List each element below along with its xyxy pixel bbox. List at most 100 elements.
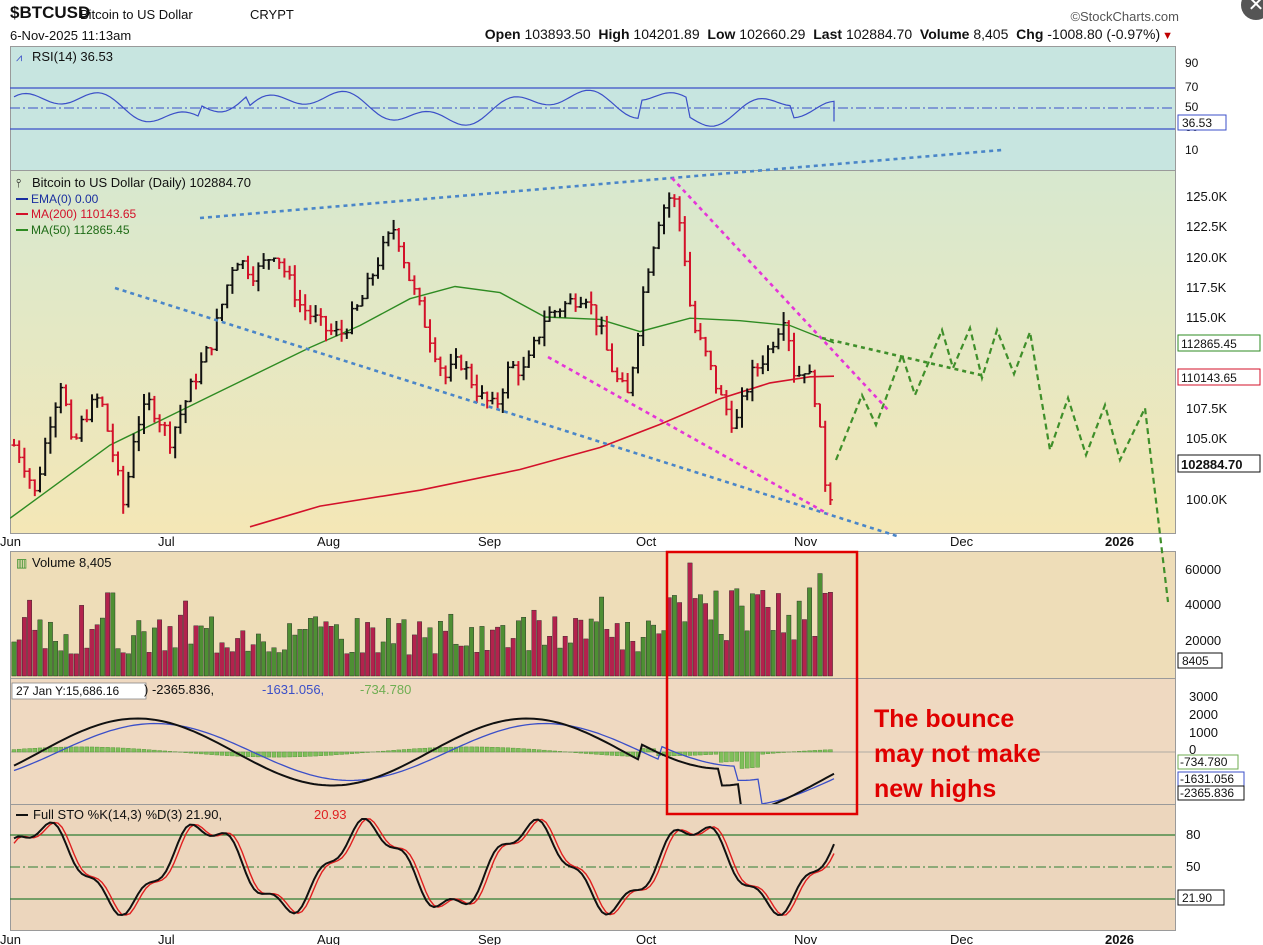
sto-last-box: 21.90 (1177, 889, 1225, 906)
volume-bar (360, 652, 365, 677)
volume-bar (37, 619, 43, 677)
svg-text:102884.70: 102884.70 (1181, 457, 1242, 472)
volume-bar (594, 621, 599, 677)
macd-hist-bar (609, 751, 615, 756)
macd-hist-bar (344, 751, 349, 755)
volume-bar (547, 636, 553, 677)
macd-hist-bar (490, 747, 495, 753)
macd-hist-bar (27, 748, 32, 753)
volume-bar (349, 651, 355, 677)
macd-hist-bar (537, 749, 542, 753)
volume-bar (817, 573, 823, 677)
volume-bar (828, 592, 833, 677)
macd-hist-bar (391, 750, 396, 753)
x-axis-label: Oct (636, 534, 657, 549)
svg-text:112865.45: 112865.45 (1181, 337, 1237, 351)
macd-hist-bar (583, 751, 589, 754)
volume-bar (16, 639, 22, 677)
macd-hist-bar (297, 751, 303, 757)
macd-hist-bar (167, 751, 173, 753)
volume-bar (344, 653, 350, 677)
volume-bar (292, 634, 298, 677)
macd-hist-bar (724, 751, 729, 763)
volume-bar (708, 619, 714, 677)
volume-bar (474, 651, 480, 677)
volume-bar (521, 617, 527, 677)
macd-hist-bar (687, 751, 693, 756)
x-axis-label: Jun (0, 932, 21, 945)
x-axis-label: Jun (0, 534, 21, 549)
macd-hist-bar (604, 751, 609, 756)
volume-bar (484, 650, 490, 677)
volume-bar (599, 596, 605, 677)
volume-bar (724, 640, 729, 677)
volume-bar (297, 629, 303, 677)
macd-hist-bar (547, 750, 552, 753)
macd-hist-bar (105, 747, 110, 753)
axis-tick-label: 117.5K (1186, 280, 1227, 295)
volume-bar (505, 647, 511, 677)
svg-text:-2365.836: -2365.836 (1180, 786, 1234, 800)
axis-tick-label: 107.5K (1186, 401, 1228, 416)
volume-bar (443, 630, 448, 677)
volume-bar (796, 600, 802, 677)
macd-hist-bar (84, 746, 90, 753)
volume-bar (63, 634, 69, 677)
volume-bar (588, 618, 594, 677)
macd-hist-bar (308, 751, 313, 757)
macd-hist-bar (214, 751, 220, 756)
volume-bar (734, 588, 740, 677)
volume-bar (151, 627, 157, 677)
volume-bar (536, 620, 542, 677)
volume-bar (323, 621, 329, 677)
macd-hist-bar (734, 751, 739, 762)
macd-hist-bar (807, 750, 812, 753)
volume-bar (328, 626, 334, 677)
axis-tick-label: 50 (1186, 859, 1200, 874)
macd-hist-bar (760, 751, 765, 755)
macd-hist-bar (157, 750, 162, 753)
macd-hist-bar (360, 751, 365, 754)
macd-hist-bar (136, 748, 142, 753)
volume-bar (531, 609, 537, 677)
macd-hist-bar (79, 746, 84, 753)
macd-hist-bar (765, 751, 771, 754)
macd-hist-bar (401, 749, 407, 753)
volume-bar (261, 641, 266, 677)
volume-bar (786, 614, 792, 677)
volume-bar (614, 623, 620, 677)
volume-bar (256, 633, 261, 677)
volume-bar (131, 635, 136, 677)
macd-hist-bar (474, 746, 479, 753)
volume-bar (406, 654, 412, 677)
axis-tick-label: 40000 (1185, 597, 1221, 612)
macd-hist-bar (776, 751, 781, 754)
svg-text:-1631.056: -1631.056 (1180, 772, 1234, 786)
volume-bar (755, 594, 761, 677)
volume-bar (115, 648, 121, 677)
volume-bar (822, 592, 828, 677)
volume-bar (807, 587, 813, 677)
macd-value-boxes: -734.780 -1631.056 -2365.836 (1177, 754, 1245, 801)
macd-hist-bar (271, 751, 277, 758)
volume-bar (266, 651, 272, 677)
price-panel-bg (10, 171, 1175, 533)
volume-bar (568, 642, 573, 677)
macd-hist-bar (516, 748, 521, 753)
volume-bar (391, 643, 396, 677)
volume-bar (58, 650, 64, 677)
volume-bar (11, 641, 17, 677)
volume-bar (469, 627, 474, 677)
volume-bar (224, 647, 230, 677)
macd-hist-bar (17, 748, 22, 753)
x-axis-label: Nov (794, 932, 818, 945)
macd-hist-bar (557, 751, 563, 753)
volume-bar (422, 637, 428, 677)
x-axis-label: Aug (317, 932, 340, 945)
macd-hist-bar (511, 747, 516, 753)
macd-hist-bar (531, 749, 537, 753)
axis-tick-label: 70 (1185, 80, 1199, 94)
volume-bar (464, 645, 469, 677)
macd-hist-bar (526, 748, 531, 753)
volume-bar (604, 629, 610, 677)
